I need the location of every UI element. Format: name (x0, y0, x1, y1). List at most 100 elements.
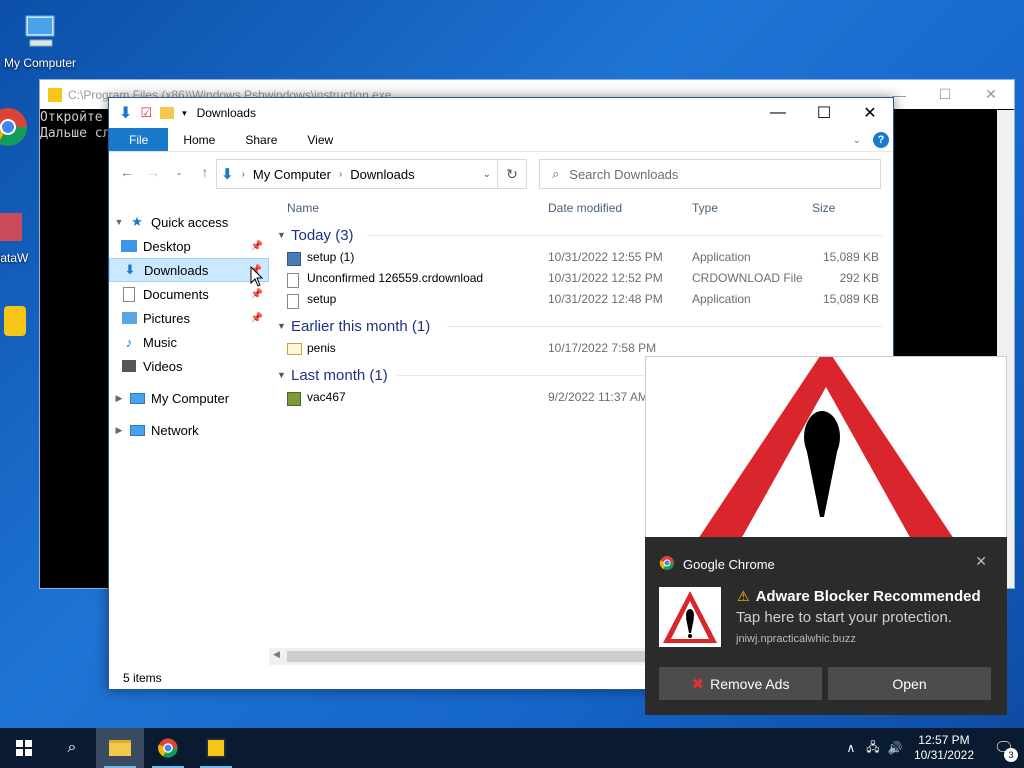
new-folder-icon[interactable] (160, 107, 175, 119)
column-headers: Name Date modified Type Size (277, 198, 893, 218)
explorer-titlebar[interactable]: ⬇ ☑ ▾ Downloads — ☐ ✕ (109, 98, 893, 128)
file-size: 292 KB (839, 271, 879, 285)
python-icon (0, 300, 38, 344)
nav-my-computer[interactable]: ▶ My Computer (109, 386, 269, 410)
console-maximize-button[interactable]: ☐ (922, 80, 968, 109)
network-icon[interactable]: 🖧 (862, 738, 884, 759)
notification-title: Adware Blocker Recommended (755, 588, 981, 605)
breadcrumb-my-computer[interactable]: My Computer (253, 167, 331, 182)
group-header[interactable]: ▼ Earlier this month (1) (277, 315, 893, 337)
nav-label: Videos (143, 358, 183, 374)
file-name: setup (1) (307, 250, 355, 264)
nav-downloads[interactable]: ⬇ Downloads 📌 (109, 258, 269, 282)
help-icon[interactable]: ? (873, 132, 889, 148)
file-row[interactable]: penis 10/17/2022 7:58 PM (277, 337, 893, 358)
clock-date: 10/31/2022 (913, 748, 974, 762)
expand-arrow-icon[interactable]: ▼ (109, 217, 129, 227)
up-arrow-icon[interactable]: ↑ (197, 164, 213, 180)
chrome-notification-toast[interactable]: Google Chrome ✕ ⚠ Adware Blocker Recomme… (645, 537, 1007, 715)
search-box[interactable]: ⌕ Search Downloads (539, 159, 881, 189)
file-row[interactable]: setup (1) 10/31/2022 12:55 PM Applicatio… (277, 246, 893, 267)
warning-triangle-icon (699, 357, 953, 537)
tab-share[interactable]: Share (230, 128, 292, 151)
button-label: Remove Ads (710, 675, 790, 692)
address-dropdown-icon[interactable]: ⌄ (483, 169, 491, 180)
volume-icon[interactable]: 🔊 (884, 741, 906, 755)
back-arrow-icon[interactable]: ← (119, 164, 135, 180)
tab-view[interactable]: View (292, 128, 348, 151)
close-button[interactable]: ✕ (847, 98, 893, 128)
desktop-icon-chrome[interactable] (0, 105, 38, 151)
desktop-icon-dataw[interactable]: DataW (0, 205, 40, 265)
scroll-left-icon[interactable]: ◀ (273, 649, 280, 660)
forward-arrow-icon[interactable]: → (145, 164, 161, 180)
column-type[interactable]: Type (692, 201, 718, 215)
desktop-icon-my-computer[interactable]: My Computer (0, 10, 80, 70)
refresh-button[interactable]: ↻ (498, 159, 527, 189)
notification-title-row: ⚠ Adware Blocker Recommended (737, 588, 981, 605)
minimize-button[interactable]: — (755, 98, 801, 128)
pin-icon[interactable]: 📌 (251, 241, 263, 252)
pin-icon[interactable]: 📌 (251, 289, 263, 300)
nav-documents[interactable]: Documents 📌 (109, 282, 269, 306)
collapse-arrow-icon[interactable]: ▼ (277, 321, 291, 331)
pin-icon[interactable]: 📌 (251, 313, 263, 324)
taskbar-console[interactable] (192, 728, 240, 768)
properties-icon[interactable]: ☑ (140, 105, 152, 121)
customize-quick-access-icon[interactable]: ▾ (182, 108, 187, 119)
red-x-icon: ✖ (691, 675, 705, 693)
desktop-icon-label: DataW (0, 251, 29, 265)
action-center-button[interactable]: 🗨 3 (984, 728, 1024, 768)
breadcrumb-downloads[interactable]: Downloads (350, 167, 414, 182)
start-button[interactable] (0, 728, 48, 768)
computer-icon (18, 10, 62, 54)
nav-videos[interactable]: Videos (109, 354, 269, 378)
column-date-modified[interactable]: Date modified (548, 201, 622, 215)
collapse-arrow-icon[interactable]: ▼ (277, 370, 291, 380)
maximize-button[interactable]: ☐ (801, 98, 847, 128)
nav-label: My Computer (151, 390, 230, 406)
file-date: 9/2/2022 11:37 AM (548, 390, 648, 404)
file-row[interactable]: Unconfirmed 126559.crdownload 10/31/2022… (277, 267, 893, 288)
star-icon: ★ (131, 214, 143, 229)
file-date: 10/31/2022 12:48 PM (548, 292, 663, 306)
column-name[interactable]: Name (287, 201, 319, 215)
breadcrumb-separator-icon[interactable]: › (242, 169, 245, 180)
network-icon (129, 422, 145, 438)
tab-file[interactable]: File (109, 128, 169, 151)
file-type: CRDOWNLOAD File (692, 271, 803, 285)
warning-ad-image[interactable] (645, 356, 1007, 538)
address-bar[interactable]: ⬇ › My Computer › Downloads ⌄ (216, 159, 498, 189)
nav-network[interactable]: ▶ Network (109, 418, 269, 442)
search-button[interactable]: ⌕ (48, 728, 96, 768)
expand-arrow-icon[interactable]: ▶ (109, 393, 129, 404)
file-type: Application (692, 250, 751, 264)
collapse-arrow-icon[interactable]: ▼ (277, 230, 291, 240)
clock-time: 12:57 PM (918, 733, 970, 747)
expand-arrow-icon[interactable]: ▶ (109, 425, 129, 436)
nav-label: Desktop (143, 238, 191, 254)
file-name: setup (307, 292, 337, 306)
mouse-cursor-icon (250, 266, 264, 287)
tab-home[interactable]: Home (168, 128, 230, 151)
close-icon[interactable]: ✕ (975, 553, 987, 570)
taskbar-chrome[interactable] (144, 728, 192, 768)
open-button[interactable]: Open (828, 667, 991, 700)
breadcrumb-separator-icon[interactable]: › (339, 169, 342, 180)
chrome-icon (0, 105, 30, 149)
column-size[interactable]: Size (812, 201, 835, 215)
clock[interactable]: 12:57 PM 10/31/2022 (914, 733, 974, 763)
nav-music[interactable]: ♪ Music (109, 330, 269, 354)
remove-ads-button[interactable]: ✖ Remove Ads (659, 667, 822, 700)
show-hidden-icons-icon[interactable]: ∧ (840, 741, 862, 755)
expand-ribbon-icon[interactable]: ⌄ (853, 135, 861, 146)
nav-desktop[interactable]: Desktop 📌 (109, 234, 269, 258)
navigation-bar: ← → ⌄ ↑ ⬇ › My Computer › Downloads ⌄ ↻ … (109, 152, 893, 192)
taskbar-file-explorer[interactable] (96, 728, 144, 768)
group-header[interactable]: ▼ Today (3) (277, 224, 893, 246)
console-close-button[interactable]: ✕ (968, 80, 1014, 109)
nav-quick-access[interactable]: ▼ ★ Quick access (109, 210, 269, 234)
file-row[interactable]: setup 10/31/2022 12:48 PM Application 15… (277, 288, 893, 309)
nav-pictures[interactable]: Pictures 📌 (109, 306, 269, 330)
recent-locations-icon[interactable]: ⌄ (171, 167, 187, 178)
